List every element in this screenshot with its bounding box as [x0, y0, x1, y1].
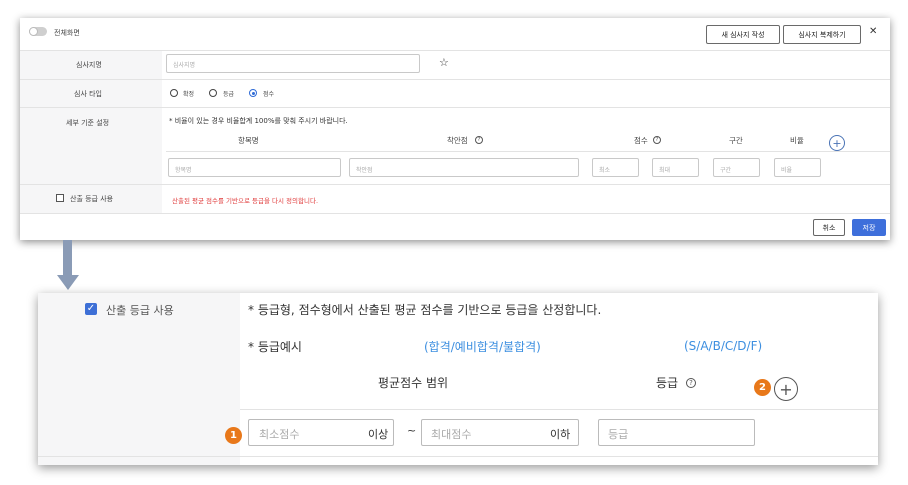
range-placeholder: 구간 [720, 167, 732, 174]
copy-sheet-button[interactable]: 심사지 복제하기 [783, 25, 861, 44]
star-icon[interactable]: ☆ [439, 56, 449, 69]
type-radio-score[interactable] [249, 89, 257, 97]
grade-warning: 산출된 평균 점수를 기반으로 등급을 다시 정의합니다. [172, 197, 319, 205]
item-name-placeholder: 항목명 [175, 167, 192, 174]
grade-checkbox-checked[interactable]: ✓ [85, 303, 97, 315]
min-score-placeholder: 최소 [599, 167, 611, 174]
detail-label: 세부 기준 설정 [66, 119, 110, 127]
grade-header: 등급 [656, 376, 679, 390]
col-points-header: 착안점 [447, 136, 468, 145]
min-score-placeholder: 최소점수 [259, 428, 300, 441]
points-help-icon[interactable]: ? [475, 136, 483, 144]
max-score-suffix: 이하 [550, 428, 571, 441]
points-input[interactable] [349, 158, 579, 177]
name-label: 심사지명 [76, 61, 102, 69]
type-radio-confirm[interactable] [170, 89, 178, 97]
type-option-grade: 등급 [223, 91, 235, 98]
type-option-confirm: 확정 [183, 91, 195, 98]
badge-1: 1 [225, 427, 242, 444]
ratio-placeholder: 비율 [781, 167, 793, 174]
name-input[interactable] [166, 54, 420, 73]
grade-example-label: * 등급예시 [248, 340, 302, 354]
max-score-placeholder: 최대점수 [431, 428, 472, 441]
add-row-icon[interactable]: + [829, 135, 845, 151]
max-score-placeholder: 최대 [659, 167, 671, 174]
type-label: 심사 타입 [74, 90, 102, 98]
fullscreen-toggle[interactable] [29, 27, 47, 36]
add-grade-icon[interactable]: + [774, 377, 798, 401]
grade-notice: * 등급형, 점수형에서 산출된 평균 점수를 기반으로 등급을 산정합니다. [248, 303, 602, 317]
grade-checkbox-label: 산출 등급 사용 [106, 304, 174, 317]
grade-settings-zoom: ✓ 산출 등급 사용 * 등급형, 점수형에서 산출된 평균 점수를 기반으로 … [38, 293, 878, 465]
connector-arrow-head [57, 275, 79, 290]
grade-example-pass: (합격/예비합격/불합격) [424, 340, 541, 354]
close-icon[interactable]: ✕ [869, 26, 877, 37]
badge-2: 2 [754, 379, 771, 396]
range-tilde: ~ [407, 424, 417, 437]
item-name-input[interactable] [168, 158, 341, 177]
grade-help-icon[interactable]: ? [686, 378, 696, 388]
min-score-suffix: 이상 [368, 428, 389, 441]
fullscreen-label: 전체화면 [54, 29, 80, 37]
connector-arrow [63, 240, 72, 276]
col-score-header: 점수 [634, 136, 648, 145]
save-button[interactable]: 저장 [852, 219, 886, 236]
range-header: 평균점수 범위 [378, 376, 449, 390]
col-ratio-header: 비율 [790, 136, 804, 145]
type-option-score: 점수 [263, 91, 275, 98]
score-help-icon[interactable]: ? [653, 136, 661, 144]
cancel-button[interactable]: 취소 [813, 219, 845, 236]
name-placeholder: 심사지명 [173, 62, 196, 69]
new-sheet-button[interactable]: 새 심사지 작성 [706, 25, 780, 44]
points-placeholder: 착안점 [356, 167, 373, 174]
detail-notice: * 비율이 있는 경우 비율합계 100%를 맞춰 주시기 바랍니다. [169, 117, 348, 125]
grade-checkbox[interactable] [56, 194, 64, 202]
col-item-header: 항목명 [238, 136, 259, 145]
review-sheet-editor: 전체화면 새 심사지 작성 심사지 복제하기 ✕ 심사지명 심사지명 ☆ 심사 … [20, 18, 890, 240]
col-range-header: 구간 [729, 136, 743, 145]
grade-example-letters: (S/A/B/C/D/F) [684, 339, 763, 353]
type-radio-grade[interactable] [209, 89, 217, 97]
grade-placeholder: 등급 [608, 428, 629, 441]
grade-checkbox-label: 산출 등급 사용 [70, 195, 114, 203]
